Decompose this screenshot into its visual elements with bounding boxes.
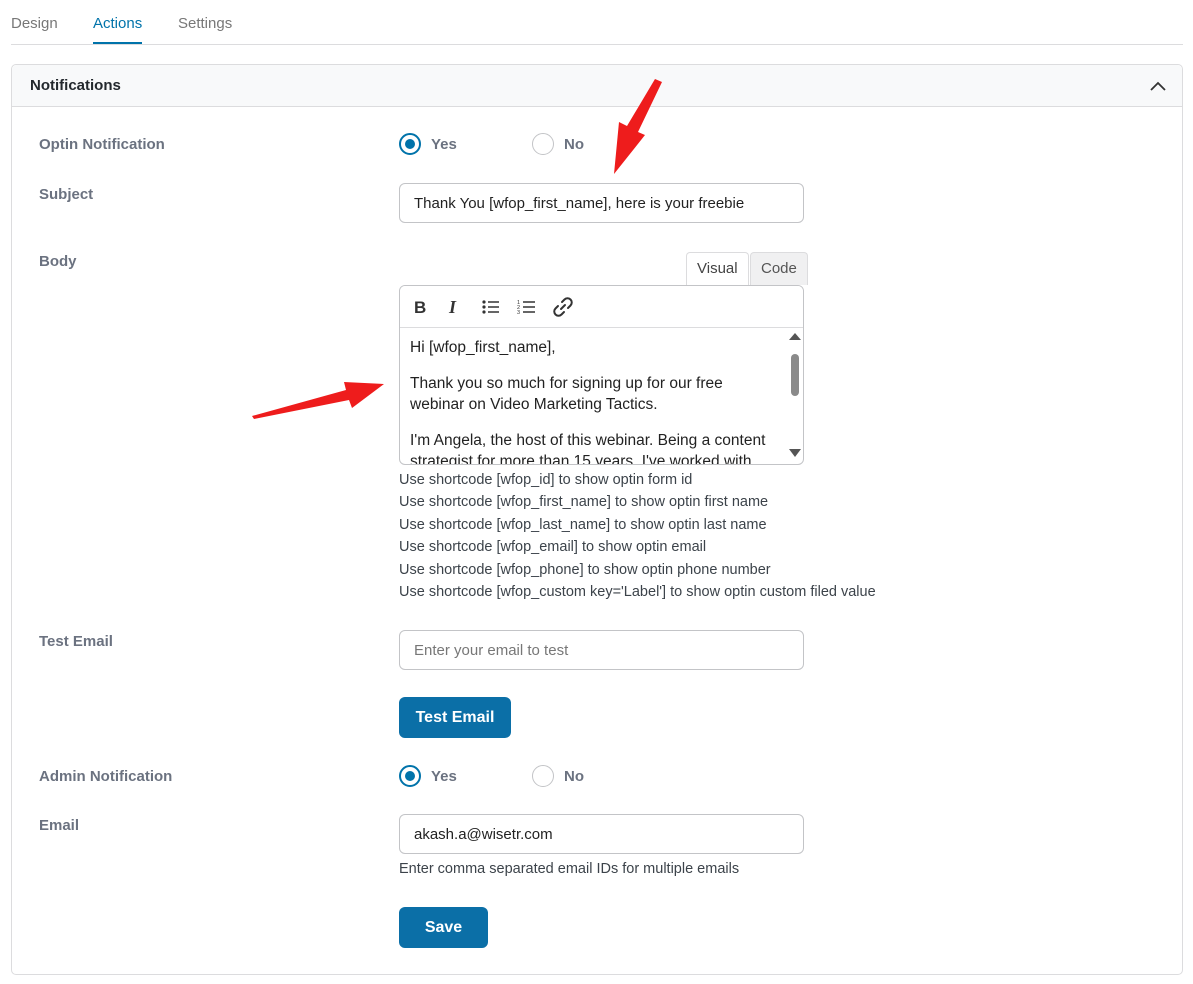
radio-unchecked-icon	[532, 765, 554, 787]
admin-notification-label: Admin Notification	[39, 768, 173, 785]
test-email-label: Test Email	[39, 633, 113, 650]
editor-toolbar: B I 1 2 3	[400, 286, 803, 328]
italic-icon[interactable]: I	[442, 295, 466, 319]
optin-notification-label: Optin Notification	[39, 136, 165, 153]
arrow-annotation	[252, 382, 384, 419]
tab-actions[interactable]: Actions	[93, 15, 143, 44]
email-label: Email	[39, 817, 80, 834]
bold-icon[interactable]: B	[408, 295, 432, 319]
tab-code[interactable]: Code	[750, 252, 808, 285]
tab-settings[interactable]: Settings	[178, 15, 232, 42]
svg-text:3: 3	[517, 310, 520, 316]
admin-notification-no-radio[interactable]: No	[532, 765, 584, 787]
numbered-list-icon[interactable]: 1 2 3	[515, 295, 539, 319]
radio-unchecked-icon	[532, 133, 554, 155]
email-input[interactable]	[399, 814, 804, 854]
shortcode-hint: Use shortcode [wfop_email] to show optin…	[399, 539, 707, 555]
radio-checked-icon	[399, 765, 421, 787]
shortcode-hint: Use shortcode [wfop_last_name] to show o…	[399, 517, 767, 533]
body-paragraph: I'm Angela, the host of this webinar. Be…	[410, 432, 766, 465]
shortcode-hint: Use shortcode [wfop_first_name] to show …	[399, 494, 769, 510]
subject-label: Subject	[39, 186, 94, 203]
tab-design[interactable]: Design	[11, 15, 58, 42]
test-email-button[interactable]: Test Email	[399, 697, 511, 738]
subject-input[interactable]	[399, 183, 804, 223]
arrow-annotation	[614, 79, 662, 174]
body-label: Body	[39, 253, 77, 270]
tab-visual[interactable]: Visual	[686, 252, 749, 285]
shortcode-hint: Use shortcode [wfop_custom key='Label'] …	[399, 584, 876, 600]
shortcode-hint: Use shortcode [wfop_phone] to show optin…	[399, 562, 771, 578]
top-tabs: Design Actions Settings	[11, 0, 1183, 45]
shortcode-hint: Use shortcode [wfop_id] to show optin fo…	[399, 472, 693, 488]
body-paragraph: Hi [wfop_first_name],	[410, 339, 556, 356]
radio-label: Yes	[431, 767, 457, 785]
editor-scrollbar[interactable]	[787, 329, 803, 464]
editor-content[interactable]: Hi [wfop_first_name], Thank you so much …	[400, 329, 788, 465]
optin-notification-no-radio[interactable]: No	[532, 133, 584, 155]
radio-label: No	[564, 767, 584, 785]
body-editor: B I 1 2 3 Hi [wfop_first_name], Thank yo…	[399, 285, 804, 465]
test-email-input[interactable]	[399, 630, 804, 670]
bullet-list-icon[interactable]	[479, 295, 503, 319]
admin-notification-yes-radio[interactable]: Yes	[399, 765, 457, 787]
email-hint: Enter comma separated email IDs for mult…	[399, 861, 740, 877]
optin-notification-yes-radio[interactable]: Yes	[399, 133, 457, 155]
link-icon[interactable]	[551, 295, 575, 319]
radio-label: No	[564, 135, 584, 153]
svg-text:I: I	[448, 298, 457, 316]
panel-header[interactable]: Notifications	[12, 65, 1182, 107]
body-paragraph: Thank you so much for signing up for our…	[410, 375, 723, 413]
save-button[interactable]: Save	[399, 907, 488, 948]
panel-title: Notifications	[30, 77, 121, 94]
chevron-up-icon[interactable]	[1148, 76, 1168, 96]
radio-label: Yes	[431, 135, 457, 153]
svg-text:B: B	[414, 298, 426, 316]
radio-checked-icon	[399, 133, 421, 155]
